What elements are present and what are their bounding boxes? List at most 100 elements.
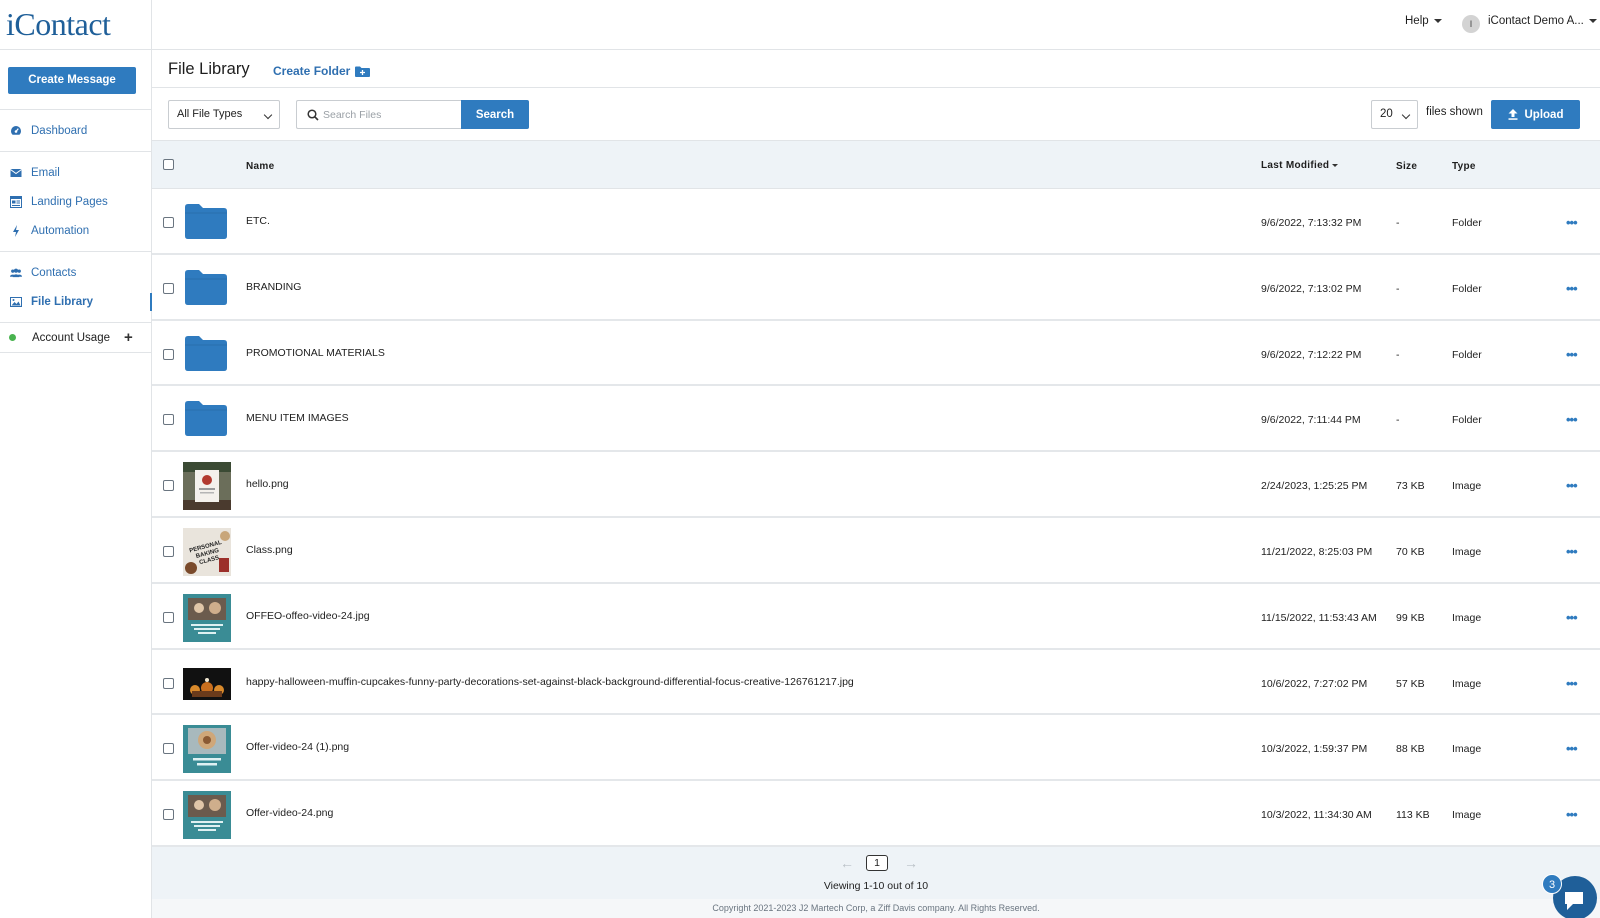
table-row[interactable]: PROMOTIONAL MATERIALS 9/6/2022, 7:12:22 P… [152,320,1600,387]
column-header-type[interactable]: Type [1452,161,1476,172]
row-checkbox[interactable] [163,611,174,623]
page-number[interactable]: 1 [866,855,888,871]
expand-plus-icon[interactable]: + [124,329,133,346]
copyright: Copyright 2021-2023 J2 Martech Corp, a Z… [152,899,1600,918]
table-row[interactable]: happy-halloween-muffin-cupcakes-funny-pa… [152,649,1600,716]
users-icon [10,267,22,279]
table-row[interactable]: BRANDING 9/6/2022, 7:13:02 PM - Folder ••• [152,254,1600,321]
more-options-icon[interactable]: ••• [1566,412,1578,427]
table-row[interactable]: Offer-video-24 (1).png 10/3/2022, 1:59:37… [152,715,1600,782]
table-row[interactable]: hello.png 2/24/2023, 1:25:25 PM 73 KB Image… [152,452,1600,518]
more-options-icon[interactable]: ••• [1566,807,1578,822]
files-shown-label: files shown [1426,106,1483,118]
row-checkbox[interactable] [163,282,174,294]
file-name[interactable]: ETC. [246,215,270,227]
search-box [296,100,461,129]
file-size: - [1396,282,1400,295]
row-checkbox[interactable] [163,809,174,821]
file-size: 73 KB [1396,480,1425,493]
table-row[interactable]: ETC. 9/6/2022, 7:13:32 PM - Folder ••• [152,189,1600,255]
logo-text: iContact [6,6,111,42]
sidebar-item-automation[interactable]: Automation [0,216,151,245]
more-options-icon[interactable]: ••• [1566,741,1578,756]
file-name[interactable]: BRANDING [246,281,301,293]
user-menu[interactable]: iContact Demo A... [1488,15,1597,27]
row-checkbox[interactable] [163,414,174,426]
arrow-right-icon[interactable]: → [904,855,918,871]
more-options-icon[interactable]: ••• [1566,676,1578,691]
file-type: Folder [1452,348,1482,361]
file-modified: 10/3/2022, 1:59:37 PM [1261,743,1368,756]
column-header-size[interactable]: Size [1396,161,1417,172]
create-folder-link[interactable]: Create Folder [273,64,371,78]
upload-button[interactable]: Upload [1491,100,1580,129]
file-modified: 10/6/2022, 7:27:02 PM [1261,677,1368,690]
more-options-icon[interactable]: ••• [1566,281,1578,296]
envelope-icon [10,167,22,179]
file-thumbnail[interactable] [183,593,231,642]
row-checkbox[interactable] [163,743,174,755]
help-menu[interactable]: Help [1405,15,1442,27]
file-size: 88 KB [1396,743,1425,756]
account-usage[interactable]: Account Usage + [0,323,151,353]
file-name[interactable]: hello.png [246,478,289,490]
file-type: Image [1452,809,1482,822]
column-header-modified-label: Last Modified [1261,160,1330,171]
per-page-select[interactable]: 20 [1371,100,1418,129]
file-type: Folder [1452,414,1482,427]
file-type: Image [1452,677,1482,690]
search-input[interactable] [323,106,453,124]
file-modified: 9/6/2022, 7:13:32 PM [1261,217,1362,229]
select-all-checkbox[interactable] [163,159,174,170]
table-row[interactable]: Offer-video-24.png 10/3/2022, 11:34:30 AM… [152,781,1600,847]
row-checkbox[interactable] [163,348,174,360]
row-checkbox[interactable] [163,217,174,228]
row-checkbox[interactable] [163,480,174,492]
file-name[interactable]: MENU ITEM IMAGES [246,412,349,424]
more-options-icon[interactable]: ••• [1566,544,1578,559]
sidebar-item-dashboard[interactable]: Dashboard [0,116,151,145]
logo[interactable]: iContact [0,0,151,50]
file-name[interactable]: Class.png [246,544,293,556]
file-type-select[interactable]: All File Types [168,100,280,129]
file-thumbnail[interactable] [183,659,231,708]
search-button[interactable]: Search [461,100,529,129]
file-list: ETC. 9/6/2022, 7:13:32 PM - Folder ••• BRANDI… [152,189,1600,847]
sidebar-item-landing-pages[interactable]: Landing Pages [0,187,151,216]
sidebar-item-file-library[interactable]: File Library [0,287,152,316]
top-bar: Help I iContact Demo A... [152,0,1600,50]
file-thumbnail[interactable]: PERSONAL BAKING CLASS [183,527,231,576]
file-name[interactable]: PROMOTIONAL MATERIALS [246,347,385,359]
arrow-left-icon[interactable]: ← [840,855,854,871]
file-size: - [1396,414,1400,427]
file-name[interactable]: Offer-video-24.png [246,807,333,819]
more-options-icon[interactable]: ••• [1566,347,1578,362]
file-modified: 11/21/2022, 8:25:03 PM [1261,545,1373,558]
column-header-modified[interactable]: Last Modified [1261,160,1339,171]
row-checkbox[interactable] [163,677,174,689]
avatar[interactable]: I [1462,15,1480,33]
file-name[interactable]: Offer-video-24 (1).png [246,741,349,753]
more-options-icon[interactable]: ••• [1566,478,1578,493]
page-header: File Library Create Folder [152,50,1600,88]
table-row[interactable]: PERSONAL BAKING CLASS Class.png 11/21/2022, … [152,517,1600,584]
file-size: - [1396,348,1400,361]
more-options-icon[interactable]: ••• [1566,610,1578,625]
file-name[interactable]: OFFEO-offeo-video-24.jpg [246,610,370,622]
sidebar-item-contacts[interactable]: Contacts [0,258,151,287]
column-header-name[interactable]: Name [246,161,274,172]
more-options-icon[interactable]: ••• [1566,215,1578,230]
file-thumbnail[interactable] [183,462,231,511]
upload-label: Upload [1524,108,1564,121]
file-modified: 9/6/2022, 7:12:22 PM [1261,348,1362,361]
file-thumbnail[interactable] [183,791,231,840]
create-message-button[interactable]: Create Message [8,67,136,94]
file-type: Image [1452,480,1482,493]
file-thumbnail[interactable] [183,725,231,774]
row-checkbox[interactable] [163,545,174,557]
file-name[interactable]: happy-halloween-muffin-cupcakes-funny-pa… [246,676,854,688]
sidebar-item-email[interactable]: Email [0,158,151,187]
table-row[interactable]: OFFEO-offeo-video-24.jpg 11/15/2022, 11:5… [152,583,1600,650]
landing-page-icon [10,195,22,208]
table-row[interactable]: MENU ITEM IMAGES 9/6/2022, 7:11:44 PM - Fol… [152,386,1600,453]
